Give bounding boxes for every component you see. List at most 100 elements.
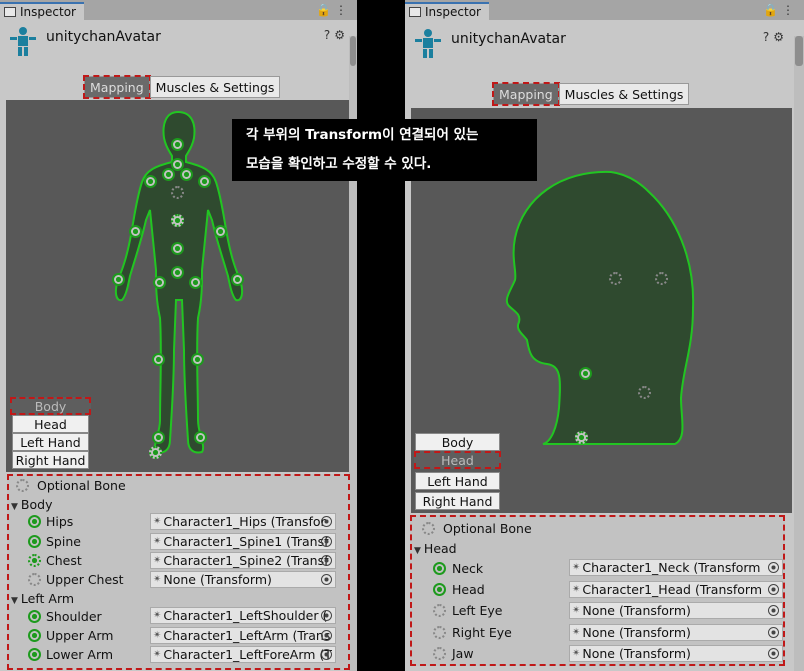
hips-bone-icon[interactable] [28, 515, 41, 528]
bone-right-upperarm-dot[interactable] [198, 175, 211, 188]
right-lefthand-button[interactable]: Left Hand [415, 472, 500, 490]
object-picker-icon[interactable] [768, 605, 779, 616]
bone-left-foot-dot[interactable] [152, 431, 165, 444]
head-transform-field[interactable]: ✴ Character1_Head (Transform [569, 581, 783, 598]
head-bone-icon[interactable] [433, 583, 446, 596]
upper-arm-bone-icon[interactable] [28, 629, 41, 642]
right-righthand-button[interactable]: Right Hand [415, 492, 500, 510]
object-picker-icon[interactable] [768, 584, 779, 595]
bone-chest-dot[interactable] [171, 214, 184, 227]
group-left-arm-header[interactable]: ▼ Left Arm [11, 591, 74, 606]
bone-left-lowerleg-dot[interactable] [152, 353, 165, 366]
right-mapping-tab[interactable]: Mapping [492, 82, 560, 106]
right-eye-bone-icon[interactable] [433, 626, 446, 639]
shoulder-label: Shoulder [46, 609, 102, 624]
right-body-button[interactable]: Body [415, 433, 500, 451]
object-picker-icon[interactable] [321, 555, 332, 566]
chest-transform-field[interactable]: ✴ Character1_Spine2 (Transf [150, 552, 336, 569]
left-eye-transform-field[interactable]: ✴ None (Transform) [569, 602, 783, 619]
upper-chest-value: None (Transform) [163, 572, 272, 587]
left-lefthand-button[interactable]: Left Hand [12, 433, 89, 451]
chest-bone-icon[interactable] [28, 554, 41, 567]
jaw-bone-dot[interactable] [638, 386, 651, 399]
neck-bone-icon[interactable] [433, 562, 446, 575]
left-head-button[interactable]: Head [12, 415, 89, 433]
bone-right-lowerleg-dot[interactable] [191, 353, 204, 366]
transform-icon: ✴ [572, 605, 581, 616]
object-picker-icon[interactable] [768, 562, 779, 573]
bone-right-lowerarm-dot[interactable] [214, 225, 227, 238]
jaw-label: Jaw [452, 646, 474, 661]
right-inspector-tab[interactable]: Inspector [405, 2, 489, 20]
right-header-buttons[interactable]: ?⚙ [763, 30, 788, 44]
right-scrollbar[interactable] [794, 36, 804, 671]
left-eye-dot[interactable] [655, 272, 668, 285]
left-bone-list: Optional Bone ▼ Body Hips ✴ Character1_Hip… [7, 474, 350, 670]
transform-icon: ✴ [153, 536, 162, 547]
spine-bone-icon[interactable] [28, 535, 41, 548]
bone-left-hand-dot[interactable] [112, 273, 125, 286]
neck-value: Character1_Neck (Transform [582, 560, 761, 575]
lower-arm-label: Lower Arm [46, 647, 114, 662]
right-scroll-thumb[interactable] [795, 36, 803, 66]
left-inspector-tab[interactable]: Inspector [0, 2, 84, 20]
bone-left-shoulder-dot[interactable] [162, 168, 175, 181]
left-mapping-tab[interactable]: Mapping [83, 75, 151, 99]
left-scroll-thumb[interactable] [350, 36, 356, 66]
right-tab-tools[interactable]: 🔒⋮ [763, 3, 798, 17]
bone-right-shoulder-dot[interactable] [180, 168, 193, 181]
left-muscles-tab[interactable]: Muscles & Settings [149, 76, 281, 98]
right-header: unitychanAvatar ?⚙ [405, 22, 804, 72]
hips-value: Character1_Hips (Transfor [163, 514, 326, 529]
left-header-buttons[interactable]: ?⚙ [324, 28, 349, 42]
left-header: unitychanAvatar ?⚙ [0, 20, 357, 70]
bone-right-upperleg-dot[interactable] [189, 276, 202, 289]
lower-arm-bone-icon[interactable] [28, 648, 41, 661]
right-eye-dot[interactable] [609, 272, 622, 285]
hips-transform-field[interactable]: ✴ Character1_Hips (Transfor [150, 513, 336, 530]
bone-right-hand-dot[interactable] [231, 273, 244, 286]
jaw-bone-icon[interactable] [433, 647, 446, 660]
left-eye-bone-icon[interactable] [433, 604, 446, 617]
bone-head-dot[interactable] [171, 138, 184, 151]
jaw-transform-field[interactable]: ✴ None (Transform) [569, 645, 783, 662]
bone-upper-chest-dot[interactable] [171, 186, 184, 199]
object-picker-icon[interactable] [321, 630, 332, 641]
object-picker-icon[interactable] [768, 648, 779, 659]
bone-right-foot-dot[interactable] [194, 431, 207, 444]
group-head-header[interactable]: ▼ Head [414, 541, 457, 556]
right-head-button[interactable]: Head [414, 451, 501, 469]
transform-icon: ✴ [572, 627, 581, 638]
bone-hips-dot[interactable] [171, 266, 184, 279]
bone-spine-dot[interactable] [171, 242, 184, 255]
neck-transform-field[interactable]: ✴ Character1_Neck (Transform [569, 559, 783, 576]
upper-chest-bone-icon[interactable] [28, 573, 41, 586]
head-bone-dot[interactable] [579, 367, 592, 380]
object-picker-icon[interactable] [321, 516, 332, 527]
bone-left-lowerarm-dot[interactable] [129, 225, 142, 238]
bone-left-toes-dot[interactable] [149, 446, 162, 459]
object-picker-icon[interactable] [321, 536, 332, 547]
neck-bone-dot[interactable] [575, 431, 588, 444]
lower-arm-transform-field[interactable]: ✴ Character1_LeftForeArm (T [150, 646, 336, 663]
bone-left-upperarm-dot[interactable] [144, 175, 157, 188]
object-picker-icon[interactable] [321, 610, 332, 621]
left-eye-label: Left Eye [452, 603, 503, 618]
object-picker-icon[interactable] [321, 649, 332, 660]
group-body-header[interactable]: ▼ Body [11, 497, 52, 512]
left-righthand-button[interactable]: Right Hand [12, 451, 89, 469]
shoulder-transform-field[interactable]: ✴ Character1_LeftShoulder ( [150, 607, 336, 624]
left-tab-tools[interactable]: 🔒⋮ [316, 3, 351, 17]
object-picker-icon[interactable] [321, 574, 332, 585]
right-eye-transform-field[interactable]: ✴ None (Transform) [569, 624, 783, 641]
spine-transform-field[interactable]: ✴ Character1_Spine1 (Transf [150, 533, 336, 550]
transform-icon: ✴ [153, 574, 162, 585]
left-tab-label: Inspector [20, 5, 76, 19]
upper-chest-transform-field[interactable]: ✴ None (Transform) [150, 571, 336, 588]
object-picker-icon[interactable] [768, 627, 779, 638]
bone-left-upperleg-dot[interactable] [153, 276, 166, 289]
shoulder-bone-icon[interactable] [28, 610, 41, 623]
left-body-button[interactable]: Body [10, 397, 91, 415]
right-muscles-tab[interactable]: Muscles & Settings [558, 83, 690, 105]
upper-arm-transform-field[interactable]: ✴ Character1_LeftArm (Trans [150, 627, 336, 644]
